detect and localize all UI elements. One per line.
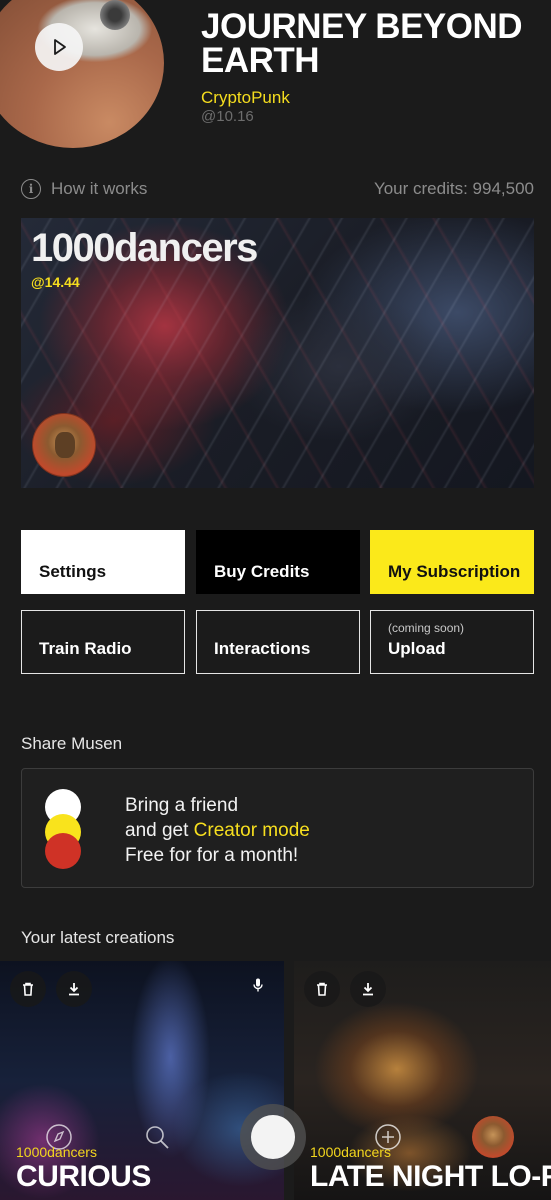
download-icon	[363, 983, 373, 996]
play-icon	[54, 39, 66, 55]
interactions-button[interactable]: Interactions	[196, 610, 360, 674]
creator-mode-highlight: Creator mode	[193, 820, 310, 841]
search-icon[interactable]	[143, 1123, 171, 1151]
share-line-2: and get Creator mode	[125, 818, 310, 843]
how-it-works-link[interactable]: i How it works	[21, 179, 147, 199]
trash-icon	[23, 982, 33, 996]
buy-credits-button[interactable]: Buy Credits	[196, 530, 360, 594]
upload-button[interactable]: (coming soon) Upload	[370, 610, 534, 674]
creation-author: 1000dancers	[310, 1144, 391, 1160]
track-title: JOURNEY BEYOND EARTH	[201, 7, 523, 80]
creations-section-title: Your latest creations	[21, 928, 175, 947]
download-button[interactable]	[350, 971, 386, 1007]
mic-button[interactable]	[240, 967, 276, 1003]
featured-time: @14.44	[31, 274, 80, 290]
share-text: Bring a friend and get Creator mode Free…	[125, 793, 310, 868]
delete-button[interactable]	[10, 971, 46, 1007]
credits-balance: Your credits: 994,500	[373, 179, 534, 198]
my-subscription-label: My Subscription	[388, 562, 521, 581]
share-card[interactable]: Bring a friend and get Creator mode Free…	[21, 768, 534, 888]
buy-credits-label: Buy Credits	[214, 562, 310, 581]
avatar[interactable]	[32, 413, 96, 477]
play-button[interactable]	[35, 23, 83, 71]
interactions-label: Interactions	[214, 639, 311, 658]
avatar[interactable]	[472, 1116, 514, 1158]
featured-card[interactable]: 1000dancers @14.44	[21, 218, 534, 488]
info-icon: i	[21, 179, 41, 199]
settings-button[interactable]: Settings	[21, 530, 185, 594]
record-button[interactable]	[240, 1104, 306, 1170]
track-author[interactable]: CryptoPunk	[201, 88, 290, 108]
upload-coming-soon: (coming soon)	[388, 621, 465, 635]
cover-art[interactable]	[0, 0, 164, 148]
train-radio-button[interactable]: Train Radio	[21, 610, 185, 674]
share-line-2-prefix: and get	[125, 820, 194, 841]
info-row: i How it works Your credits: 994,500	[21, 178, 534, 200]
download-icon	[69, 983, 79, 996]
featured-title: 1000dancers	[31, 226, 258, 270]
red-dot	[45, 833, 81, 869]
share-section-title: Share Musen	[21, 734, 123, 753]
record-button-inner	[251, 1115, 295, 1159]
delete-button[interactable]	[304, 971, 340, 1007]
download-button[interactable]	[56, 971, 92, 1007]
my-subscription-button[interactable]: My Subscription	[370, 530, 534, 594]
trash-icon	[317, 982, 327, 996]
track-time: @10.16	[201, 108, 254, 125]
creation-author: 1000dancers	[16, 1144, 97, 1160]
share-line-1: Bring a friend	[125, 795, 239, 816]
mic-icon	[253, 978, 263, 992]
train-radio-label: Train Radio	[39, 639, 132, 658]
upload-label: Upload	[388, 639, 446, 658]
share-line-3: Free for for a month!	[125, 845, 299, 866]
how-it-works-label: How it works	[51, 179, 148, 198]
creation-title: CURIOUS	[16, 1160, 151, 1193]
creation-title: LATE NIGHT LO-F	[310, 1160, 551, 1193]
settings-label: Settings	[39, 562, 107, 581]
